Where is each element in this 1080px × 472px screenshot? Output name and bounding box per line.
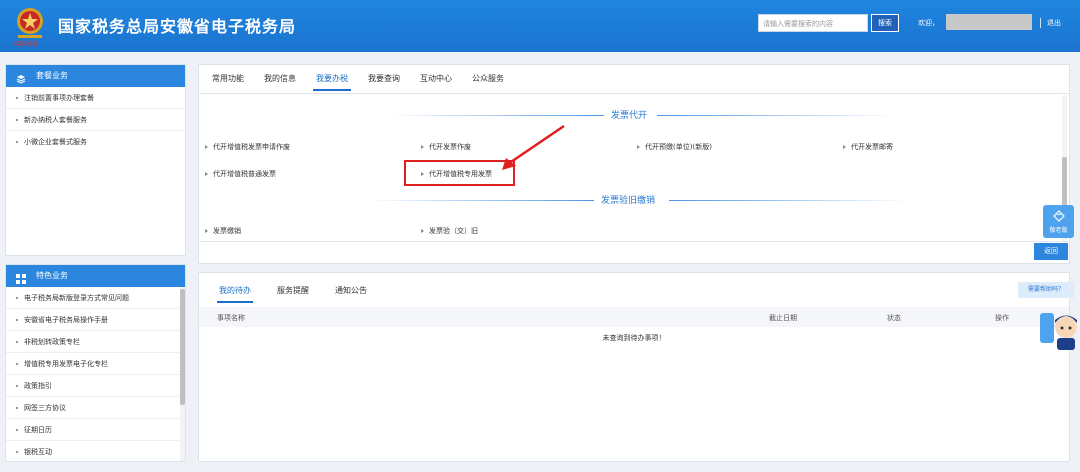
column-deadline: 截止日期 <box>769 314 797 322</box>
link-invoice-mail[interactable]: 代开发票邮寄 <box>843 142 893 152</box>
grid-icon <box>16 271 26 284</box>
link-invoice-verify-old[interactable]: 发票验（交）旧 <box>421 226 478 236</box>
link-invoice-write-off[interactable]: 发票缴销 <box>205 226 241 236</box>
tab-tax-handling[interactable]: 我要办税 <box>313 73 351 91</box>
tab-public-services[interactable]: 公众服务 <box>469 73 507 91</box>
column-action: 操作 <box>995 314 1009 322</box>
package-services-panel: 套餐业务 注销前置事项办理套餐 新办纳税人套餐服务 小微企业套餐式服务 <box>5 64 186 256</box>
sidebar-item-bank-tax[interactable]: 银税互动 <box>6 441 185 461</box>
username-redacted <box>946 14 1032 30</box>
package-services-header[interactable]: 套餐业务 <box>6 65 185 87</box>
tab-my-todo[interactable]: 我的待办 <box>217 285 253 303</box>
bottom-tabs: 我的待办 服务提醒 通知公告 <box>217 285 391 303</box>
main-tabs: 常用功能 我的信息 我要办税 我要查询 互动中心 公众服务 <box>209 73 521 91</box>
sidebar-item-new-taxpayer-package[interactable]: 新办纳税人套餐服务 <box>6 109 185 131</box>
annotation-arrow <box>502 124 565 170</box>
tab-common-functions[interactable]: 常用功能 <box>209 73 247 91</box>
help-button[interactable]: 需要帮助吗？ <box>1018 282 1074 298</box>
section-divider-right <box>657 115 897 116</box>
header-divider <box>1040 18 1041 28</box>
welcome-text: 欢迎， <box>918 19 939 27</box>
section-title-invoice-issuing: 发票代开 <box>611 111 648 121</box>
link-prepayment-unit-new[interactable]: 代开预缴(单位)(新版) <box>637 142 712 152</box>
tab-interaction[interactable]: 互动中心 <box>417 73 455 91</box>
section-divider-right <box>669 200 909 201</box>
emblem-caption: 中国税务 <box>14 41 39 48</box>
search-button[interactable]: 搜索 <box>871 14 899 32</box>
panel-divider <box>199 241 1069 242</box>
column-status: 状态 <box>887 314 901 322</box>
package-services-title: 套餐业务 <box>36 71 68 80</box>
sidebar-item-policy-guide[interactable]: 政策指引 <box>6 375 185 397</box>
sidebar-item-filing-calendar[interactable]: 征期日历 <box>6 419 185 441</box>
todo-panel: 我的待办 服务提醒 通知公告 事项名称 截止日期 状态 操作 未查询到待办事项！ <box>198 272 1070 462</box>
special-services-title: 特色业务 <box>36 271 68 280</box>
search-input[interactable]: 请输入需要搜索的内容 <box>758 14 868 32</box>
sidebar-scrollbar-thumb[interactable] <box>180 289 185 405</box>
tabs-underline <box>199 93 1069 94</box>
empty-state-text: 未查询到待办事项！ <box>602 334 666 342</box>
section-title-invoice-verification: 发票验旧缴销 <box>601 196 656 206</box>
sidebar-item-operation-manual[interactable]: 安徽省电子税务局操作手册 <box>6 309 185 331</box>
tab-notices[interactable]: 通知公告 <box>333 285 369 303</box>
layers-icon <box>16 71 26 84</box>
site-title: 国家税务总局安徽省电子税务局 <box>58 17 297 36</box>
tab-query[interactable]: 我要查询 <box>365 73 403 91</box>
tax-emblem-logo: 中国税务 <box>12 5 48 48</box>
special-services-header[interactable]: 特色业务 <box>6 265 185 287</box>
link-vat-ordinary-invoice[interactable]: 代开增值税普通发票 <box>205 169 276 179</box>
assistant-mascot-icon[interactable] <box>1040 305 1080 355</box>
sidebar-item-login-faq[interactable]: 电子税务局新版登录方式常见问题 <box>6 287 185 309</box>
main-services-panel: 常用功能 我的信息 我要办税 我要查询 互动中心 公众服务 发票代开 代开增值税… <box>198 64 1070 264</box>
back-button[interactable]: 返回 <box>1034 243 1068 260</box>
todo-table-header: 事项名称 截止日期 状态 操作 <box>199 307 1069 327</box>
link-invoice-cancel[interactable]: 代开发票作废 <box>421 142 471 152</box>
top-header: 中国税务 国家税务总局安徽省电子税务局 请输入需要搜索的内容 搜索 欢迎， 退出 <box>0 0 1080 52</box>
elder-mode-button[interactable]: 敬老版 <box>1043 205 1074 238</box>
elder-mode-label: 敬老版 <box>1049 227 1068 234</box>
section-divider-left <box>389 115 604 116</box>
special-services-panel: 特色业务 电子税务局新版登录方式常见问题 安徽省电子税务局操作手册 非税划转政策… <box>5 264 186 462</box>
sidebar-item-deregistration-package[interactable]: 注销前置事项办理套餐 <box>6 87 185 109</box>
logout-link[interactable]: 退出 <box>1047 18 1061 28</box>
sidebar-item-vat-e-invoice[interactable]: 增值税专用发票电子化专栏 <box>6 353 185 375</box>
sidebar-item-small-business-package[interactable]: 小微企业套餐式服务 <box>6 131 185 153</box>
tab-my-info[interactable]: 我的信息 <box>261 73 299 91</box>
column-item-name: 事项名称 <box>217 314 245 322</box>
sidebar-item-tripartite-agreement[interactable]: 网签三方协议 <box>6 397 185 419</box>
link-vat-invoice-cancel-request[interactable]: 代开增值税发票申请作废 <box>205 142 290 152</box>
sidebar-item-non-tax-policy[interactable]: 非税划转政策专栏 <box>6 331 185 353</box>
heart-hand-icon <box>1052 210 1065 222</box>
section-divider-left <box>369 200 594 201</box>
tab-service-reminders[interactable]: 服务提醒 <box>275 285 311 303</box>
